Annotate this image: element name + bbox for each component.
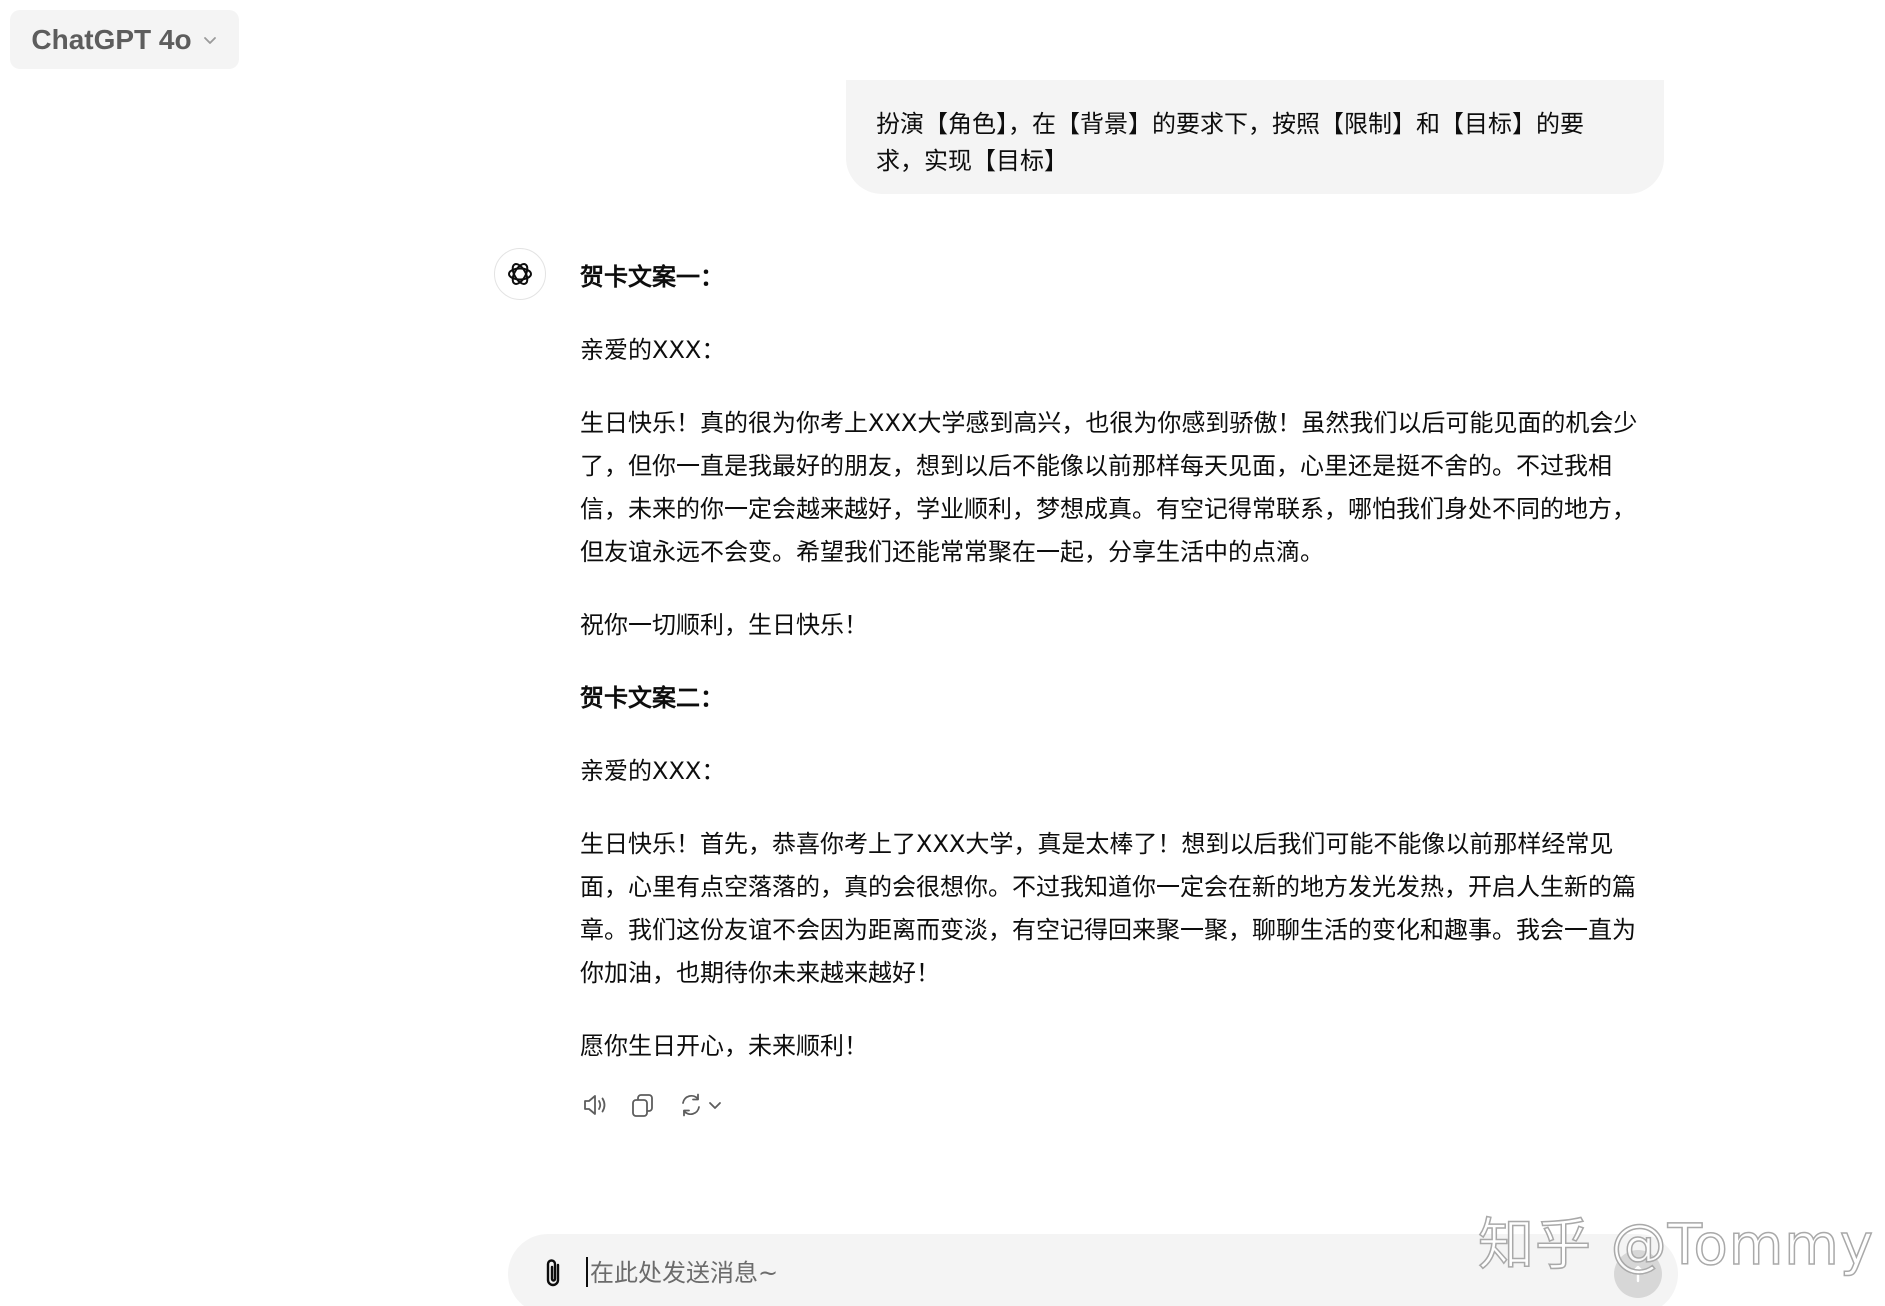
card1-closing: 祝你一切顺利，生日快乐！ [580,611,868,639]
card2-closing: 愿你生日开心，未来顺利！ [580,1032,868,1060]
message-input[interactable] [588,1252,1492,1294]
card1-heading: 贺卡文案一： [580,263,724,291]
paperclip-icon [546,1259,560,1287]
model-switcher[interactable]: ChatGPT 4o [10,10,239,69]
message-actions [580,1090,724,1120]
regenerate-icon [682,1093,700,1117]
regenerate-button[interactable] [676,1090,724,1120]
card2-body: 生日快乐！首先，恭喜你考上了XXX大学，真是太棒了！想到以后我们可能不能像以前那… [580,830,1636,987]
attach-button[interactable] [538,1256,570,1296]
chevron-down-icon [202,32,218,48]
read-aloud-button[interactable] [580,1090,610,1120]
card2-heading: 贺卡文案二： [580,684,724,712]
copy-icon [632,1094,653,1117]
openai-logo-icon [508,263,532,285]
zhihu-watermark: 知乎 @Tommy [1477,1212,1874,1279]
copy-button[interactable] [628,1090,658,1120]
assistant-message: 贺卡文案一： 亲爱的XXX： 生日快乐！真的很为你考上XXX大学感到高兴，也很为… [580,256,1655,1098]
model-label: ChatGPT 4o [31,23,192,55]
chat-page: ChatGPT 4o 扮演【角色】，在【背景】的要求下，按照【限制】和【目标】的… [0,0,1885,1306]
user-message-bubble: 扮演【角色】，在【背景】的要求下，按照【限制】和【目标】的要求，实现【目标】 [846,80,1664,194]
card1-body: 生日快乐！真的很为你考上XXX大学感到高兴，也很为你感到骄傲！虽然我们以后可能见… [580,409,1638,566]
user-message-text: 扮演【角色】，在【背景】的要求下，按照【限制】和【目标】的要求，实现【目标】 [876,110,1584,175]
chevron-down-icon [709,1102,721,1109]
speaker-icon [584,1095,606,1115]
card1-salutation: 亲爱的XXX： [580,336,726,364]
assistant-avatar [494,248,546,300]
card2-salutation: 亲爱的XXX： [580,757,726,785]
